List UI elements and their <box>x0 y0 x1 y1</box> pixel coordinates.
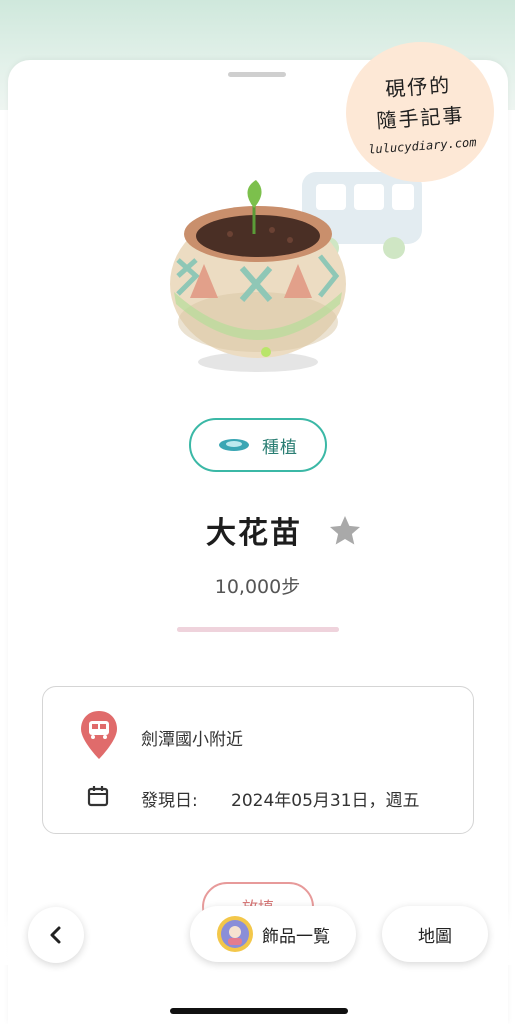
watermark-url: lulucydiary.com <box>367 135 477 157</box>
back-button[interactable] <box>28 907 84 963</box>
step-progress-fill <box>177 627 339 632</box>
discovery-date-value: 2024年05月31日，週五 <box>231 791 420 811</box>
step-progress-bar <box>177 627 339 632</box>
home-indicator[interactable] <box>170 1008 348 1014</box>
watermark-line-1: 硯伃的 <box>384 72 453 102</box>
title-row: 大花苗 <box>0 508 515 554</box>
location-text: 劍潭國小附近 <box>141 730 243 750</box>
sheet-grabber[interactable] <box>228 72 286 77</box>
step-count: 10,000步 <box>214 576 301 598</box>
watermark-line-2: 隨手記事 <box>375 102 466 134</box>
discovery-date-label: 發現日: <box>141 791 198 811</box>
ornaments-list-label: 飾品一覧 <box>262 926 330 947</box>
chevron-left-icon <box>50 926 61 944</box>
category-label: 種植 <box>262 437 298 458</box>
ornaments-list-button[interactable]: 飾品一覧 <box>190 906 356 962</box>
saucer-icon <box>219 439 249 451</box>
bus-stop-pin-icon <box>81 711 117 759</box>
star-icon[interactable] <box>326 513 364 549</box>
item-title: 大花苗 <box>206 516 302 551</box>
calendar-icon <box>87 786 109 807</box>
flowerpot-seedling-image <box>170 180 346 372</box>
map-button[interactable]: 地圖 <box>382 906 488 962</box>
category-tag-button[interactable]: 種植 <box>189 418 327 472</box>
ornament-badge-icon <box>217 916 253 952</box>
info-card: 劍潭國小附近 發現日: 2024年05月31日，週五 <box>42 686 474 834</box>
